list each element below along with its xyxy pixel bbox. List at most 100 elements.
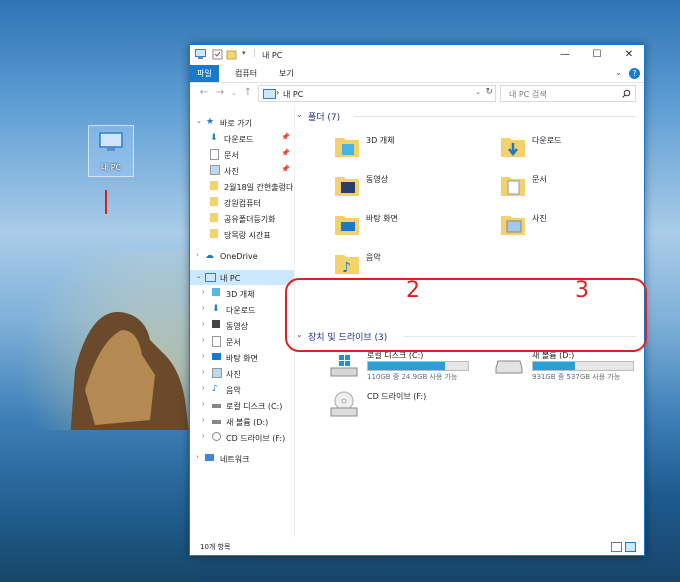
folder-label: 다운로드 xyxy=(532,136,562,145)
folder-3d-objects[interactable]: 3D 개체 xyxy=(334,131,494,165)
nav-label: 강원컴퓨터 xyxy=(224,199,261,208)
collapse-arrow-icon[interactable]: › xyxy=(202,320,210,328)
3d-objects-icon xyxy=(212,288,220,296)
document-icon xyxy=(212,336,221,347)
folder-pictures[interactable]: 사진 xyxy=(500,209,660,243)
maximize-button[interactable]: ☐ xyxy=(582,45,612,65)
expand-arrow-icon[interactable]: ⌄ xyxy=(196,117,204,125)
folder-music[interactable]: ♪ 음악 xyxy=(334,248,494,282)
nav-quick-documents[interactable]: 문서 📌 xyxy=(190,147,294,162)
drive-icon xyxy=(495,360,523,374)
pc-icon xyxy=(263,89,276,99)
collapse-arrow-icon[interactable]: › xyxy=(202,336,210,344)
nav-label: 다운로드 xyxy=(224,135,254,144)
address-dropdown-icon[interactable]: ⌄ xyxy=(475,88,481,96)
folder-documents[interactable]: 문서 xyxy=(500,170,660,204)
nav-quick-folder[interactable]: 공유폴더등기화 xyxy=(190,211,294,226)
properties-icon[interactable] xyxy=(212,49,223,60)
expand-ribbon-icon[interactable]: ⌄ xyxy=(615,68,622,77)
nav-pc-desktop[interactable]: › 바탕 화면 xyxy=(190,350,294,365)
network-icon xyxy=(205,454,214,461)
pc-icon xyxy=(205,273,216,282)
breadcrumb[interactable]: 내 PC xyxy=(283,89,303,100)
up-button[interactable]: ↑ xyxy=(242,87,254,99)
large-icons-view-icon[interactable] xyxy=(625,542,636,552)
collapse-arrow-icon[interactable]: › xyxy=(202,432,210,440)
nav-quick-pictures[interactable]: 사진 📌 xyxy=(190,163,294,178)
help-button[interactable]: ? xyxy=(629,68,640,79)
music-note-icon: ♪ xyxy=(212,384,218,394)
collapse-arrow-icon[interactable]: › xyxy=(196,453,204,461)
nav-label: 사진 xyxy=(224,167,239,176)
nav-label: 네트워크 xyxy=(220,455,250,464)
pin-icon[interactable]: 📌 xyxy=(281,133,290,141)
nav-quick-access[interactable]: ⌄ ★ 바로 가기 xyxy=(190,115,294,130)
search-box[interactable]: 내 PC 검색 xyxy=(500,85,636,102)
pin-icon[interactable]: 📌 xyxy=(281,149,290,157)
collapse-arrow-icon[interactable]: › xyxy=(202,288,210,296)
nav-pc-music[interactable]: › ♪ 음악 xyxy=(190,382,294,397)
tab-view[interactable]: 보기 xyxy=(272,65,301,82)
star-icon: ★ xyxy=(206,117,215,127)
status-bar: 10개 항목 xyxy=(190,539,644,555)
nav-pc-drive-c[interactable]: › 로컬 디스크 (C:) xyxy=(190,398,294,413)
quick-access-toolbar-dropdown-icon[interactable]: ▾ xyxy=(242,49,246,57)
nav-this-pc[interactable]: ⌄ 내 PC xyxy=(190,270,294,285)
folders-group-header[interactable]: 폴더 (7) xyxy=(308,110,340,123)
nav-quick-folder[interactable]: 2월18일 간현출렁다 xyxy=(190,179,294,194)
drive-d[interactable]: 새 볼륨 (D:) 931GB 중 537GB 사용 가능 xyxy=(495,350,645,384)
nav-pc-pictures[interactable]: › 사진 xyxy=(190,366,294,381)
navigation-pane: ⌄ ★ 바로 가기 ⬇ 다운로드 📌 문서 📌 사진 📌 2월18일 간현출렁다… xyxy=(190,107,295,537)
nav-pc-3d-objects[interactable]: › 3D 개체 xyxy=(190,286,294,301)
forward-button[interactable]: → xyxy=(214,87,226,99)
close-button[interactable]: ✕ xyxy=(614,45,644,65)
nav-onedrive[interactable]: › ☁ OneDrive xyxy=(190,249,294,264)
videos-folder-icon xyxy=(335,177,359,196)
document-icon xyxy=(210,149,219,160)
refresh-icon[interactable]: ↻ xyxy=(485,87,493,97)
collapse-arrow-icon[interactable]: › xyxy=(202,384,210,392)
pc-icon xyxy=(195,49,206,59)
drive-f[interactable]: CD 드라이브 (F:) xyxy=(330,391,480,425)
titlebar-separator: | xyxy=(253,48,256,57)
recent-locations-button[interactable]: ⌄ xyxy=(228,87,240,99)
nav-pc-downloads[interactable]: › ⬇ 다운로드 xyxy=(190,302,294,317)
nav-label: 당목랑 시간표 xyxy=(224,231,271,240)
back-button[interactable]: ← xyxy=(198,87,210,99)
tab-file[interactable]: 파일 xyxy=(190,65,219,82)
drive-c[interactable]: 로컬 디스크 (C:) 110GB 중 24.9GB 사용 가능 xyxy=(330,350,480,384)
details-view-icon[interactable] xyxy=(611,542,622,552)
new-folder-icon[interactable] xyxy=(226,49,237,60)
collapse-arrow-icon[interactable]: › xyxy=(202,368,210,376)
nav-label: OneDrive xyxy=(220,252,258,261)
annotation-1 xyxy=(105,190,107,214)
collapse-arrow-icon[interactable]: › xyxy=(202,304,210,312)
nav-quick-folder[interactable]: 강원컴퓨터 xyxy=(190,195,294,210)
minimize-button[interactable]: — xyxy=(550,45,580,65)
folder-desktop[interactable]: 바탕 화면 xyxy=(334,209,494,243)
address-bar[interactable]: › 내 PC ⌄ ↻ xyxy=(258,85,496,102)
nav-pc-documents[interactable]: › 문서 xyxy=(190,334,294,349)
expand-arrow-icon[interactable]: ⌄ xyxy=(196,272,204,280)
nav-pc-drive-d[interactable]: › 새 볼륨 (D:) xyxy=(190,414,294,429)
nav-network[interactable]: › 네트워크 xyxy=(190,451,294,466)
nav-quick-folder[interactable]: 당목랑 시간표 xyxy=(190,227,294,242)
collapse-arrow-icon[interactable]: › xyxy=(202,416,210,424)
folder-videos[interactable]: 동영상 xyxy=(334,170,494,204)
collapse-arrow-icon[interactable]: › xyxy=(196,251,204,259)
folder-downloads[interactable]: 다운로드 xyxy=(500,131,660,165)
rock-formation xyxy=(70,311,190,440)
tab-computer[interactable]: 컴퓨터 xyxy=(228,65,264,82)
search-input[interactable]: 내 PC 검색 xyxy=(509,89,547,100)
pin-icon[interactable]: 📌 xyxy=(281,165,290,173)
search-icon[interactable] xyxy=(622,89,631,98)
nav-pc-videos[interactable]: › 동영상 xyxy=(190,318,294,333)
folder-label: 음악 xyxy=(366,253,381,262)
collapse-arrow-icon[interactable]: › xyxy=(202,400,210,408)
nav-pc-drive-f[interactable]: › CD 드라이브 (F:) xyxy=(190,430,294,445)
sea xyxy=(0,430,200,582)
desktop-this-pc-icon[interactable]: 내 PC xyxy=(88,125,134,177)
collapse-arrow-icon[interactable]: › xyxy=(202,352,210,360)
folders-collapse-icon[interactable]: ⌄ xyxy=(296,110,303,119)
nav-quick-downloads[interactable]: ⬇ 다운로드 📌 xyxy=(190,131,294,146)
